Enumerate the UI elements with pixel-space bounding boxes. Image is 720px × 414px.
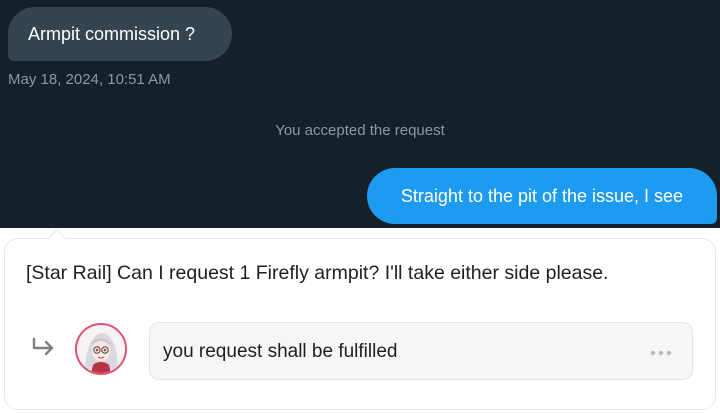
reply-arrow-icon bbox=[32, 337, 54, 356]
reply-text: you request shall be fulfilled bbox=[163, 341, 398, 362]
avatar-image bbox=[77, 325, 125, 373]
outgoing-message-text: Straight to the pit of the issue, I see bbox=[400, 186, 684, 206]
avatar[interactable] bbox=[75, 323, 127, 375]
system-note: You accepted the request bbox=[275, 122, 445, 139]
incoming-message-text: Armpit commission ? bbox=[28, 24, 196, 44]
incoming-message-bubble[interactable]: Armpit commission ? bbox=[8, 7, 232, 61]
message-timestamp: May 18, 2024, 10:51 AM bbox=[8, 71, 171, 88]
more-options-icon[interactable] bbox=[650, 350, 672, 356]
request-text: [Star Rail] Can I request 1 Firefly armp… bbox=[26, 262, 609, 284]
dm-conversation: Armpit commission ? May 18, 2024, 10:51 … bbox=[0, 0, 720, 228]
reply-box[interactable]: you request shall be fulfilled bbox=[149, 322, 693, 380]
outgoing-message-bubble[interactable]: Straight to the pit of the issue, I see bbox=[367, 168, 717, 224]
